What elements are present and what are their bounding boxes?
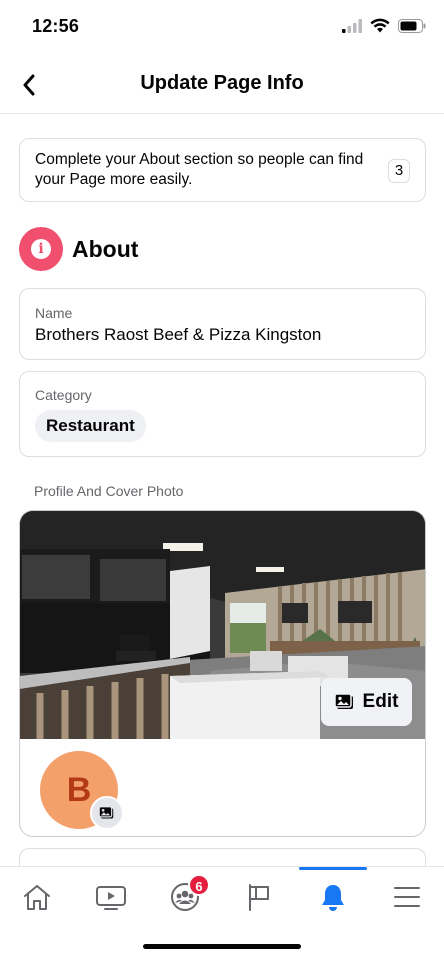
cellular-signal-icon: [342, 18, 362, 33]
tab-groups[interactable]: 6: [148, 867, 222, 927]
status-time: 12:56: [32, 16, 80, 36]
notifications-bell-icon: [322, 885, 344, 911]
photo-icon: [334, 693, 353, 709]
completion-prompt-card[interactable]: Complete your About section so people ca…: [19, 138, 426, 202]
category-label: Category: [35, 387, 92, 403]
name-field[interactable]: Name Brothers Raost Beef & Pizza Kingsto…: [19, 288, 426, 360]
edit-cover-photo-button[interactable]: Edit: [321, 678, 412, 726]
category-field[interactable]: Category Restaurant: [19, 371, 426, 457]
tab-menu[interactable]: [370, 867, 444, 927]
photo-icon: [99, 806, 114, 819]
video-icon: [96, 886, 126, 910]
name-value: Brothers Raost Beef & Pizza Kingston: [35, 325, 322, 344]
wifi-icon: [370, 18, 390, 33]
profile-cover-photo-card: Edit B: [19, 510, 426, 837]
category-chip[interactable]: Restaurant: [35, 410, 146, 442]
edit-profile-photo-button[interactable]: [90, 796, 124, 830]
about-section-heading: i About: [19, 226, 138, 272]
home-icon: [24, 885, 50, 910]
tab-video[interactable]: [74, 867, 148, 927]
prompt-text: Complete your About section so people ca…: [35, 151, 364, 188]
bottom-tab-bar: 6: [0, 866, 444, 926]
pages-flag-icon: [249, 884, 269, 911]
page-title: Update Page Info: [140, 72, 304, 94]
nav-header: Update Page Info: [0, 56, 444, 114]
tab-home[interactable]: [0, 867, 74, 927]
info-icon: i: [19, 227, 63, 271]
name-label: Name: [35, 305, 73, 321]
battery-icon: [398, 18, 426, 33]
about-title: About: [72, 235, 139, 262]
groups-notification-badge: 6: [188, 874, 210, 896]
tab-notifications[interactable]: [296, 867, 370, 927]
profile-cover-photo-label: Profile And Cover Photo: [34, 483, 184, 499]
status-icons: [342, 18, 426, 33]
menu-icon: [394, 887, 420, 907]
edit-label: Edit: [362, 691, 399, 712]
remaining-count-badge: 3: [388, 159, 410, 183]
home-indicator: [143, 944, 301, 949]
status-bar: 12:56: [0, 0, 444, 56]
tab-pages[interactable]: [222, 867, 296, 927]
